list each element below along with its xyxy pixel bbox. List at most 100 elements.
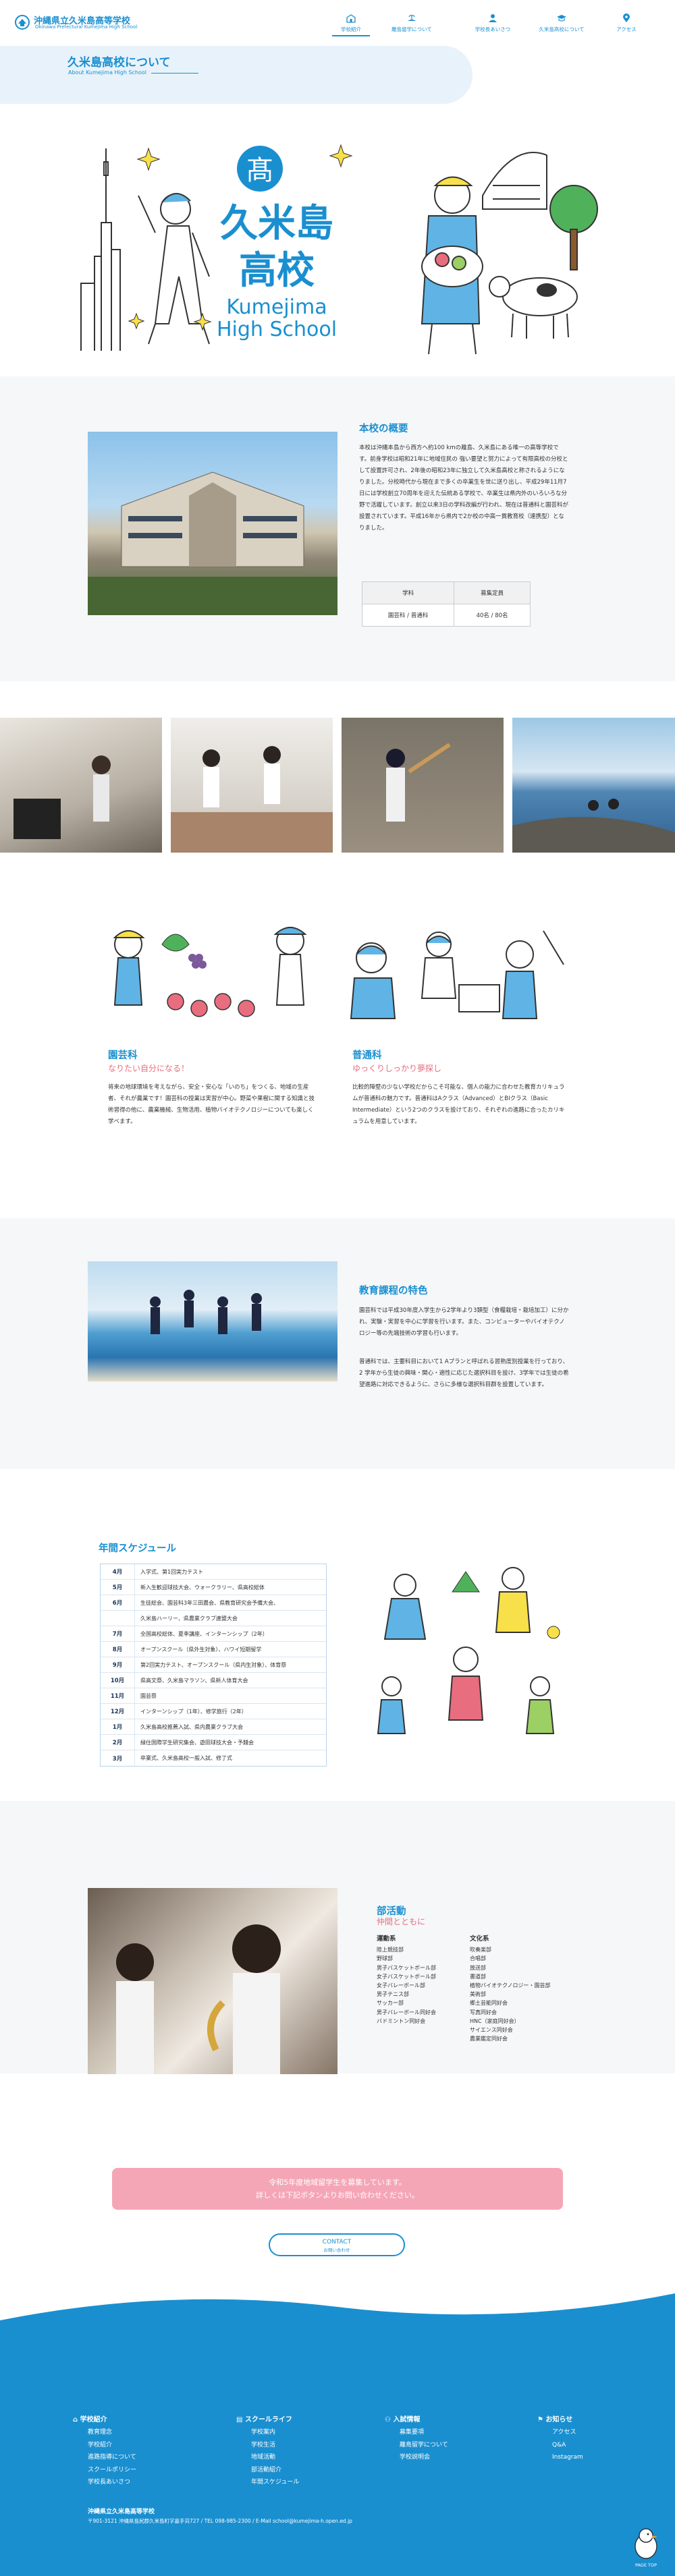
schedule-event: 第2回実力テスト、オープンスクール（県内生対象）、体育祭 (134, 1657, 286, 1672)
footer-link[interactable]: 進路指導について (88, 2451, 215, 2464)
club-item: HNC（家庭同好会） (470, 2017, 520, 2024)
schedule-month: 9月 (112, 1662, 123, 1669)
footer-link[interactable]: アクセス (552, 2426, 659, 2439)
footer-link[interactable]: Instagram (552, 2451, 659, 2464)
schedule-event: 緑住国際学生研究集会、遊田球技大会・予餞会 (134, 1735, 254, 1750)
horti-title: 園芸科 (108, 1050, 138, 1061)
schedule-row: 7月 全国高校総体、夏季講座、インターンシップ（2年） (101, 1626, 326, 1642)
contact-button[interactable]: CONTACT お問い合わせ (269, 2233, 405, 2256)
footer-link[interactable]: 学校案内 (251, 2426, 378, 2439)
hero-name-en-2: High School (217, 318, 337, 341)
photo-classroom (171, 718, 333, 853)
enrollment-table: 学科 募集定員 園芸科 / 普通科 40名 / 80名 (361, 581, 531, 627)
footer-link[interactable]: 地域活動 (251, 2451, 378, 2464)
general-text: 比較的障壁の少ない学校だからこそ可能な、個人の能力に合わせた教育カリキュラムが普… (352, 1084, 565, 1125)
recruit-banner (112, 2168, 563, 2210)
clubs-subtitle: 仲間とともに (377, 1917, 426, 1926)
schedule-row: 4月 入学式、第1回実力テスト (101, 1564, 326, 1580)
sports-heading: 運動系 (377, 1935, 396, 1943)
club-item: 書道部 (470, 1973, 486, 1980)
island-icon (408, 15, 416, 21)
contact-label: CONTACT (322, 2239, 352, 2245)
footer-link[interactable]: 学校長あいさつ (88, 2476, 215, 2489)
schedule-table: 4月 入学式、第1回実力テスト 5月 新入生歓迎球技大会、ウォークラリー、県高校総体 6… (100, 1564, 327, 1767)
school-logo-icon[interactable] (15, 15, 30, 30)
recruit-line-2: 詳しくは下記ボタンよりお問い合わせください。 (256, 2191, 419, 2200)
footer-heading: ⌂ 学校紹介 (73, 2416, 107, 2424)
schedule-event: 久米島ハーリー、県農業クラブ連盟大会 (134, 1611, 238, 1626)
table-row: 園芸科 / 普通科 40名 / 80名 (361, 604, 531, 627)
hero-name-jp-2: 高校 (239, 249, 315, 293)
nav-label: アクセス (616, 26, 637, 32)
site-header: 沖縄県立久米島高等学校 Okinawa Prefectural Kumejima… (0, 0, 675, 42)
club-item: 郷土芸能同好会 (470, 2000, 508, 2007)
bird-mascot-icon (634, 2528, 657, 2559)
general-subtitle: ゆっくりしっかり夢探し (352, 1064, 442, 1073)
schedule-month: 6月 (112, 1600, 123, 1607)
schedule-row: 5月 新入生歓迎球技大会、ウォークラリー、県高校総体 (101, 1580, 326, 1595)
club-item: 美術部 (470, 1991, 486, 1998)
person-icon (489, 14, 497, 22)
features-heading: 教育課程の特色 (359, 1286, 428, 1296)
nav-item-principal[interactable]: 学校長あいさつ (464, 13, 521, 33)
schedule-row: 3月 卒業式、久米島高校一般入試、修了式 (101, 1750, 326, 1766)
culture-heading: 文化系 (470, 1935, 489, 1943)
tokyo-tower-illustration (80, 148, 121, 351)
schedule-event: オープンスクール（県外生対象）、ハワイ短期留学 (134, 1642, 261, 1657)
schedule-row: 2月 緑住国際学生研究集会、遊田球技大会・予餞会 (101, 1735, 326, 1750)
schedule-row: 9月 第2回実力テスト、オープンスクール（県内生対象）、体育祭 (101, 1657, 326, 1673)
logo-subtitle: Okinawa Prefectural Kumejima High School (35, 24, 138, 30)
page-title-en: About Kumejima High School (68, 69, 146, 76)
school-building-photo (88, 432, 338, 615)
footer-link[interactable]: 学校説明会 (400, 2451, 526, 2464)
schedule-event: 久米島高校推薦入試、県内農業クラブ大会 (134, 1719, 243, 1734)
schedule-month: 10月 (110, 1678, 125, 1684)
cow-illustration (489, 276, 578, 339)
club-item: 男子バレーボール同好会 (377, 2009, 436, 2015)
club-item: 吹奏楽部 (470, 1947, 491, 1953)
brass-band-photo (88, 1888, 338, 2074)
club-item: バドミントン同好会 (377, 2017, 426, 2024)
footer-link[interactable]: 募集要項 (400, 2426, 526, 2439)
nav-item-school[interactable]: 学校紹介 (323, 13, 379, 33)
nav-item-island[interactable]: 離島留学について (383, 13, 440, 33)
club-item: 農業鑑定同好会 (470, 2036, 508, 2042)
schedule-event: 全国高校総体、夏季講座、インターンシップ（2年） (134, 1626, 268, 1641)
schedule-month: 7月 (112, 1631, 123, 1638)
club-item: 植物バイオテクノロジー・園芸部 (470, 1982, 551, 1989)
footer-link[interactable]: 離島留学について (400, 2439, 526, 2452)
footer-link[interactable]: 年間スケジュール (251, 2476, 378, 2489)
greenhouse-illustration (482, 152, 547, 210)
schedule-event: 園芸祭 (134, 1688, 157, 1703)
overview-heading: 本校の概要 (359, 424, 408, 434)
school-icon: ⌂ (73, 2416, 80, 2424)
schedule-month: 12月 (110, 1709, 125, 1715)
nav-active-indicator (332, 35, 370, 36)
footer-col-life: ▤ スクールライフ 学校案内 学校生活 地域活動 部活動紹介 年間スケジュール (236, 2413, 378, 2489)
nav-item-access[interactable]: アクセス (598, 13, 655, 33)
schedule-month: 4月 (112, 1569, 123, 1576)
footer-link[interactable]: 学校紹介 (88, 2439, 215, 2452)
footer-link[interactable]: Q&A (552, 2439, 659, 2452)
horti-subtitle: なりたい自分になる！ (108, 1064, 190, 1073)
photo-seaside (512, 718, 675, 853)
sports-clubs-list: 運動系 陸上競技部 野球部 男子バスケットボール部 女子バスケットボール部 女子バレーボ… (377, 1935, 461, 2026)
nav-item-about[interactable]: 久米島高校について (533, 13, 590, 33)
page-top-label: PAGE TOP (634, 2563, 657, 2568)
footer-link[interactable]: 部活動紹介 (251, 2464, 378, 2477)
school-events-illustration (377, 1567, 560, 1734)
footer-link[interactable]: 教育理念 (88, 2426, 215, 2439)
club-item: 放送部 (470, 1964, 486, 1971)
schedule-event: 生徒総会、園芸科3年三田農会、県教育研究会予備大会、 (134, 1595, 279, 1610)
club-item: 男子テニス部 (377, 1991, 409, 1998)
footer-link[interactable]: スクールポリシー (88, 2464, 215, 2477)
footer-link[interactable]: 学校生活 (251, 2439, 378, 2452)
schedule-row: 10月 県高文祭、久米島マラソン、県新人体育大会 (101, 1673, 326, 1688)
schedule-event: 新入生歓迎球技大会、ウォークラリー、県高校総体 (134, 1580, 265, 1595)
page-title: 久米島高校について (68, 56, 171, 69)
schedule-row: 6月 生徒総会、園芸科3年三田農会、県教育研究会予備大会、 (101, 1595, 326, 1611)
club-item: 写真同好会 (470, 2009, 497, 2015)
page-top-button[interactable]: PAGE TOP (628, 2526, 664, 2568)
school-icon (346, 14, 356, 23)
schedule-month: 5月 (112, 1584, 123, 1591)
